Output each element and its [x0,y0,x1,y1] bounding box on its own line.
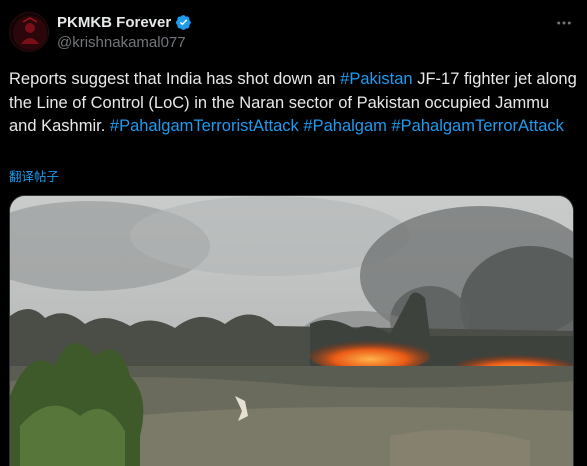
tweet-post: PKMKB Forever @krishnakamal077 Reports s… [0,0,587,466]
hashtag-link[interactable]: #PahalgamTerroristAttack [110,117,299,135]
post-media-video[interactable] [9,195,574,466]
more-options-button[interactable] [547,12,581,34]
post-body-text: Reports suggest that India has shot down… [9,68,579,139]
translate-post-link[interactable]: 翻译帖子 [9,166,59,185]
hashtag-link[interactable]: #PahalgamTerrorAttack [391,117,563,135]
post-text-segment: Reports suggest that India has shot down… [9,70,341,88]
dark-red-figure-avatar-icon [10,13,48,51]
more-horizontal-icon [557,21,571,25]
post-header: PKMKB Forever @krishnakamal077 [57,12,547,52]
author-display-name[interactable]: PKMKB Forever [57,14,171,31]
hashtag-link[interactable]: #Pahalgam [303,117,386,135]
author-handle[interactable]: @krishnakamal077 [57,34,547,51]
hashtag-link[interactable]: #Pakistan [340,70,412,88]
name-row: PKMKB Forever [57,12,547,32]
author-avatar[interactable] [9,12,49,52]
verified-badge-icon [175,14,192,31]
video-frame-field-fire-smoke-icon [10,196,573,466]
